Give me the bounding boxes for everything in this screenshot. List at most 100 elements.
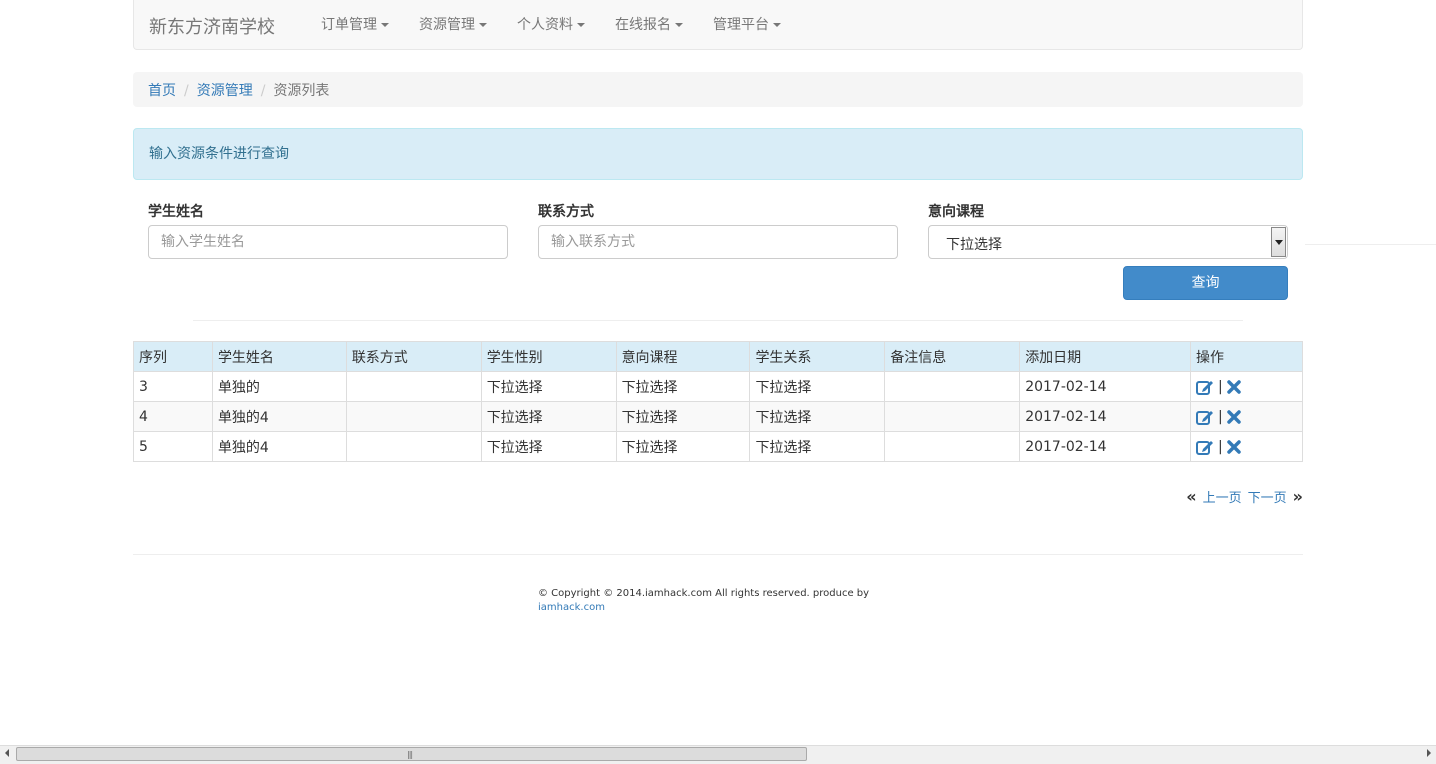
scroll-right-icon[interactable] (1427, 749, 1431, 757)
cell-gender: 下拉选择 (480, 401, 617, 432)
navbar-brand[interactable]: 新东方济南学校 (149, 13, 275, 39)
caret-down-icon (381, 23, 389, 27)
nav-item-signup[interactable]: 在线报名 (600, 0, 698, 50)
student-name-input[interactable] (148, 225, 508, 259)
cell-contact (345, 401, 482, 432)
scroll-left-icon[interactable] (5, 749, 9, 757)
cell-name: 单独的 (211, 371, 347, 402)
caret-down-icon (675, 23, 683, 27)
caret-down-icon (577, 23, 585, 27)
next-page-link[interactable]: 下一页 (1248, 487, 1287, 506)
footer: © Copyright © 2014.iamhack.com All right… (538, 587, 869, 615)
cell-date: 2017-02-14 (1019, 371, 1192, 402)
nav-menu: 订单管理 资源管理 个人资料 在线报名 管理平台 (306, 0, 796, 50)
divider (133, 554, 1303, 555)
cell-name: 单独的4 (211, 431, 347, 462)
contact-input[interactable] (538, 225, 898, 259)
column-header: 联系方式 (345, 341, 482, 372)
column-header: 序列 (133, 341, 213, 372)
cell-relation: 下拉选择 (749, 401, 886, 432)
ops-separator: | (1218, 378, 1223, 395)
cell-ops: | (1190, 401, 1303, 432)
breadcrumb: 首页 / 资源管理 / 资源列表 (133, 72, 1303, 107)
cell-relation: 下拉选择 (749, 431, 886, 462)
cell-ops: | (1190, 431, 1303, 462)
alert-text: 输入资源条件进行查询 (149, 146, 289, 162)
cell-date: 2017-02-14 (1019, 431, 1192, 462)
cell-course: 下拉选择 (615, 431, 751, 462)
column-header: 添加日期 (1019, 341, 1192, 372)
cell-contact (345, 431, 482, 462)
pagination: « 上一页 下一页 » (1186, 487, 1303, 506)
delete-icon[interactable] (1227, 439, 1241, 454)
breadcrumb-home-link[interactable]: 首页 (148, 83, 176, 99)
double-chevron-left-icon: « (1186, 487, 1197, 506)
caret-down-icon (479, 23, 487, 27)
cell-id: 3 (133, 371, 213, 402)
delete-icon[interactable] (1227, 409, 1241, 424)
cell-relation: 下拉选择 (749, 371, 886, 402)
nav-item-orders[interactable]: 订单管理 (306, 0, 404, 50)
scrollbar-thumb[interactable]: ||| (16, 747, 807, 761)
nav-item-label: 个人资料 (517, 17, 573, 33)
prev-page-link[interactable]: 上一页 (1203, 487, 1242, 506)
edit-icon[interactable] (1196, 439, 1214, 455)
breadcrumb-section-link[interactable]: 资源管理 (197, 83, 253, 99)
cell-date: 2017-02-14 (1019, 401, 1192, 432)
table-row: 3 单独的 下拉选择 下拉选择 下拉选择 2017-02-14 | (133, 371, 1303, 402)
table-row: 5 单独的4 下拉选择 下拉选择 下拉选择 2017-02-14 | (133, 431, 1303, 462)
chevron-down-icon (1275, 240, 1283, 245)
resource-table: 序列 学生姓名 联系方式 学生性别 意向课程 学生关系 备注信息 添加日期 操作… (133, 341, 1303, 462)
navbar: 新东方济南学校 订单管理 资源管理 个人资料 在线报名 管理平台 (133, 0, 1303, 50)
edit-icon[interactable] (1196, 409, 1214, 425)
nav-item-label: 管理平台 (713, 17, 769, 33)
cell-id: 5 (133, 431, 213, 462)
breadcrumb-separator: / (184, 83, 189, 99)
delete-icon[interactable] (1227, 379, 1241, 394)
copyright-text: © Copyright © 2014.iamhack.com All right… (538, 588, 870, 599)
contact-label: 联系方式 (538, 204, 594, 220)
nav-item-resources[interactable]: 资源管理 (404, 0, 502, 50)
breadcrumb-current: 资源列表 (273, 83, 330, 99)
column-header: 操作 (1190, 341, 1303, 372)
cell-contact (345, 371, 482, 402)
query-button[interactable]: 查询 (1123, 266, 1288, 300)
grip-icon: ||| (407, 750, 413, 759)
divider (1305, 244, 1436, 245)
ops-separator: | (1218, 438, 1223, 455)
course-select[interactable]: 下拉选择 (928, 225, 1288, 259)
cell-id: 4 (133, 401, 213, 432)
table-header-row: 序列 学生姓名 联系方式 学生性别 意向课程 学生关系 备注信息 添加日期 操作 (133, 341, 1303, 372)
course-label: 意向课程 (928, 204, 984, 220)
double-chevron-right-icon: » (1292, 487, 1303, 506)
cell-name: 单独的4 (211, 401, 347, 432)
ops-separator: | (1218, 408, 1223, 425)
cell-note (884, 431, 1021, 462)
footer-link[interactable]: iamhack.com (538, 602, 605, 613)
cell-course: 下拉选择 (615, 371, 751, 402)
divider (193, 320, 1243, 321)
column-header: 学生姓名 (211, 341, 347, 372)
cell-gender: 下拉选择 (480, 431, 617, 462)
edit-icon[interactable] (1196, 379, 1214, 395)
breadcrumb-separator: / (260, 83, 266, 99)
cell-ops: | (1190, 371, 1303, 402)
horizontal-scrollbar[interactable]: ||| (0, 745, 1436, 764)
select-dropdown-button[interactable] (1271, 227, 1286, 257)
column-header: 意向课程 (615, 341, 751, 372)
column-header: 学生性别 (480, 341, 617, 372)
nav-item-label: 在线报名 (615, 17, 671, 33)
column-header: 学生关系 (749, 341, 886, 372)
nav-item-profile[interactable]: 个人资料 (502, 0, 600, 50)
table-row: 4 单独的4 下拉选择 下拉选择 下拉选择 2017-02-14 | (133, 401, 1303, 432)
cell-course: 下拉选择 (615, 401, 751, 432)
cell-note (884, 371, 1021, 402)
nav-item-label: 资源管理 (419, 17, 475, 33)
cell-note (884, 401, 1021, 432)
nav-item-label: 订单管理 (321, 17, 377, 33)
query-info-alert: 输入资源条件进行查询 (133, 128, 1303, 180)
student-name-label: 学生姓名 (148, 204, 204, 220)
caret-down-icon (773, 23, 781, 27)
course-select-value: 下拉选择 (946, 237, 1002, 253)
nav-item-admin[interactable]: 管理平台 (698, 0, 796, 50)
